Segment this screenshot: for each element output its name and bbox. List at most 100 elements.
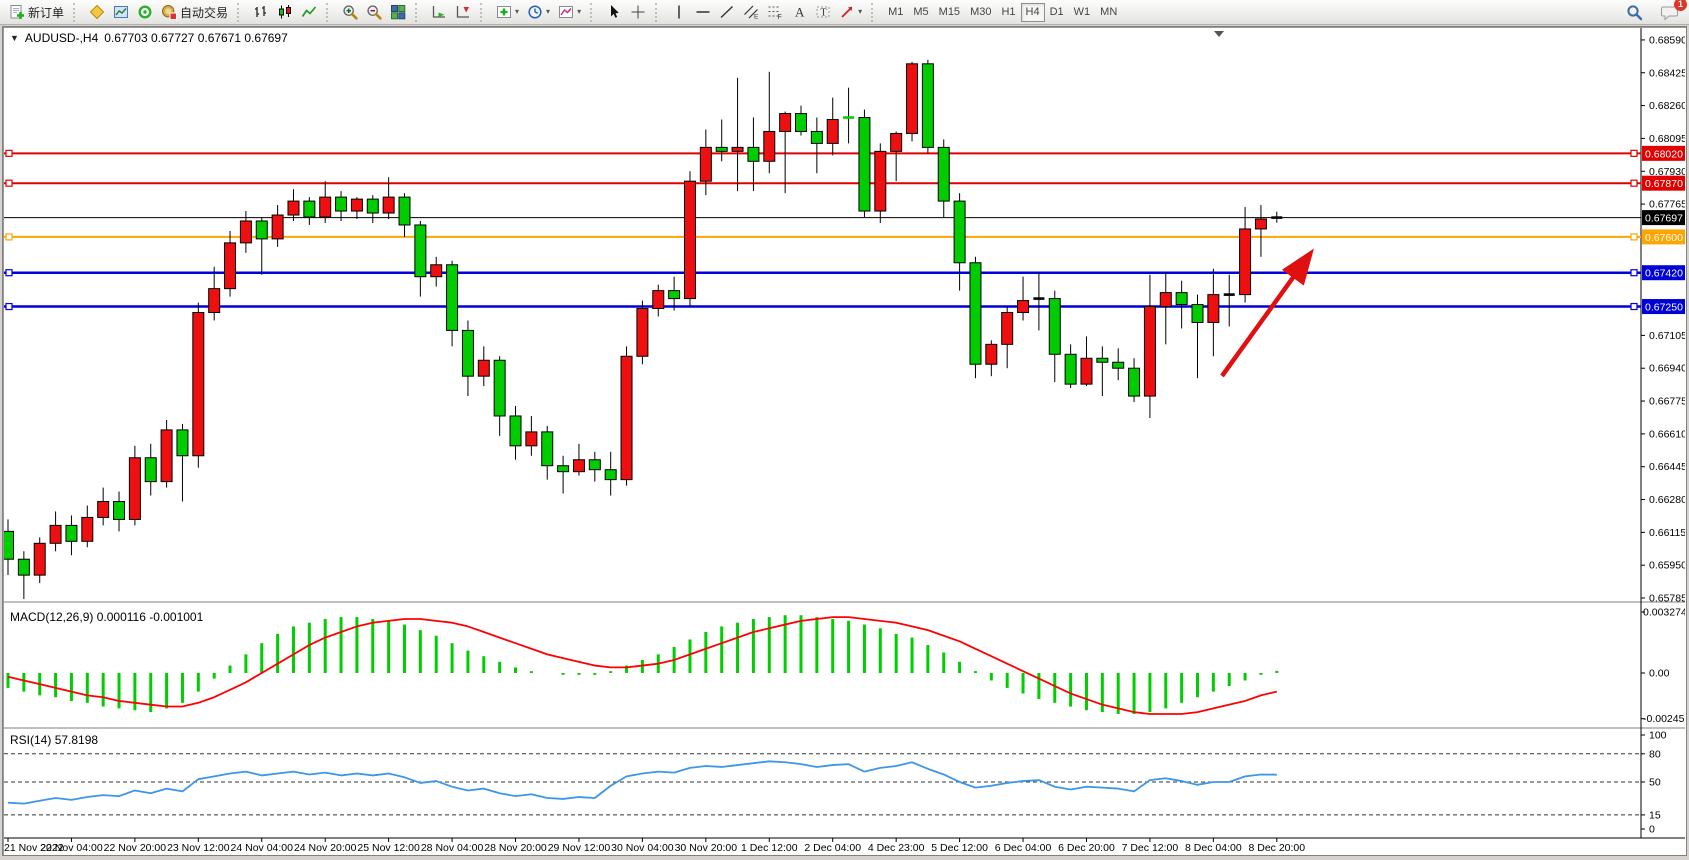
time-tick-label: 22 Nov 04:00 [40, 842, 103, 854]
candle-body [114, 502, 125, 520]
search-button[interactable] [1622, 1, 1647, 24]
rsi-value: 57.8198 [55, 733, 98, 747]
time-tick-label: 23 Nov 12:00 [167, 842, 230, 854]
level-anchor[interactable] [1631, 234, 1637, 240]
chart-shift-marker[interactable] [1214, 31, 1224, 37]
zoom-in-button[interactable] [338, 2, 362, 23]
level-anchor[interactable] [1631, 180, 1637, 186]
candle-body [1240, 229, 1251, 295]
time-tick-label: 30 Nov 20:00 [675, 842, 738, 854]
line-chart-button[interactable] [297, 2, 321, 23]
price-badge-label: 0.67600 [1645, 232, 1683, 244]
level-anchor[interactable] [6, 304, 12, 310]
timeframe-button-M5[interactable]: M5 [908, 3, 933, 22]
timeframe-button-MN[interactable]: MN [1095, 3, 1122, 22]
auto-trading-icon [161, 4, 177, 20]
chart-shift-button[interactable] [451, 2, 475, 23]
line-chart-icon [301, 4, 317, 20]
level-anchor[interactable] [6, 150, 12, 156]
tile-windows-button[interactable] [386, 2, 410, 23]
level-anchor[interactable] [1631, 150, 1637, 156]
crosshair-icon [630, 4, 646, 20]
candle-body [700, 147, 711, 181]
auto-scroll-icon [431, 4, 447, 20]
level-anchor[interactable] [1631, 270, 1637, 276]
time-tick-label: 28 Nov 20:00 [484, 842, 547, 854]
candle-body [447, 265, 458, 331]
text-button[interactable]: A [787, 2, 811, 23]
candle-body [922, 64, 933, 148]
level-anchor[interactable] [6, 180, 12, 186]
periods-button[interactable]: ▾ [523, 2, 554, 23]
candle-body [526, 432, 537, 446]
timeframe-button-M1[interactable]: M1 [883, 3, 908, 22]
toolbar-group: 新订单 [3, 0, 70, 25]
auto-scroll-button[interactable] [427, 2, 451, 23]
timeframe-button-D1[interactable]: D1 [1045, 3, 1069, 22]
notifications-button[interactable]: 1 [1657, 1, 1683, 24]
vertical-line-button[interactable] [667, 2, 691, 23]
cursor-button[interactable] [602, 2, 626, 23]
price-tick-label: 0.68590 [1649, 34, 1685, 46]
candle-body [1018, 301, 1029, 313]
market-watch-button[interactable] [85, 2, 109, 23]
text-label-button[interactable]: T [811, 2, 835, 23]
price-tick-label: 0.66610 [1649, 428, 1685, 440]
candle-body [542, 432, 553, 466]
crosshair-button[interactable] [626, 2, 650, 23]
fibonacci-button[interactable]: F [763, 2, 787, 23]
candle-body [589, 460, 600, 470]
chart-canvas[interactable]: 0.685900.684250.682600.680950.679300.677… [4, 28, 1685, 854]
time-tick-label: 1 Dec 12:00 [741, 842, 798, 854]
candle-body [431, 265, 442, 277]
candle-body [129, 458, 140, 520]
candle-body [653, 291, 664, 309]
strategy-signal-button[interactable] [133, 2, 157, 23]
macd-values: 0.000116 -0.001001 [97, 610, 204, 624]
arrows-button[interactable]: ▾ [835, 2, 866, 23]
templates-icon [558, 4, 574, 20]
chart-window-button[interactable] [109, 2, 133, 23]
horizontal-line-button[interactable] [691, 2, 715, 23]
trend-line-button[interactable] [715, 2, 739, 23]
candle-body [1113, 362, 1124, 368]
chart-title-bar: ▼ AUDUSD-,H4 0.67703 0.67727 0.67671 0.6… [10, 31, 288, 45]
price-tick-label: 0.66445 [1649, 461, 1685, 473]
time-tick-label: 2 Dec 04:00 [804, 842, 861, 854]
templates-button[interactable]: ▾ [554, 2, 585, 23]
candle-chart-icon [277, 4, 293, 20]
indicators-icon [496, 4, 512, 20]
channel-button[interactable]: E [739, 2, 763, 23]
toolbar-separator [655, 3, 662, 22]
candle-chart-button[interactable] [273, 2, 297, 23]
level-anchor[interactable] [6, 270, 12, 276]
rsi-axis-label: 15 [1649, 809, 1661, 821]
timeframe-button-H4[interactable]: H4 [1021, 3, 1045, 22]
toolbar-separator [590, 3, 597, 22]
candle-body [891, 133, 902, 151]
market-watch-icon [89, 4, 105, 20]
candle-body [336, 197, 347, 211]
candle-body [415, 225, 426, 277]
collapse-icon[interactable]: ▼ [10, 33, 19, 43]
price-tick-label: 0.65785 [1649, 593, 1685, 605]
timeframe-button-W1[interactable]: W1 [1069, 3, 1096, 22]
level-anchor[interactable] [6, 234, 12, 240]
chart-window[interactable]: ▼ AUDUSD-,H4 0.67703 0.67727 0.67671 0.6… [2, 26, 1687, 856]
indicators-button[interactable]: ▾ [492, 2, 523, 23]
new-order-button-label: 新订单 [28, 4, 64, 21]
candle-body [177, 430, 188, 456]
timeframe-button-H1[interactable]: H1 [996, 3, 1020, 22]
price-tick-label: 0.68425 [1649, 67, 1685, 79]
auto-trading-button[interactable]: 自动交易 [157, 2, 232, 23]
timeframe-button-M30[interactable]: M30 [965, 3, 996, 22]
horizontal-line-icon [695, 4, 711, 20]
bar-chart-button[interactable] [249, 2, 273, 23]
candle-body [209, 289, 220, 313]
zoom-out-button[interactable] [362, 2, 386, 23]
new-order-button[interactable]: 新订单 [5, 2, 68, 23]
level-anchor[interactable] [1631, 304, 1637, 310]
rsi-axis-label: 0 [1649, 824, 1655, 836]
timeframe-button-M15[interactable]: M15 [934, 3, 965, 22]
tile-windows-icon [390, 4, 406, 20]
